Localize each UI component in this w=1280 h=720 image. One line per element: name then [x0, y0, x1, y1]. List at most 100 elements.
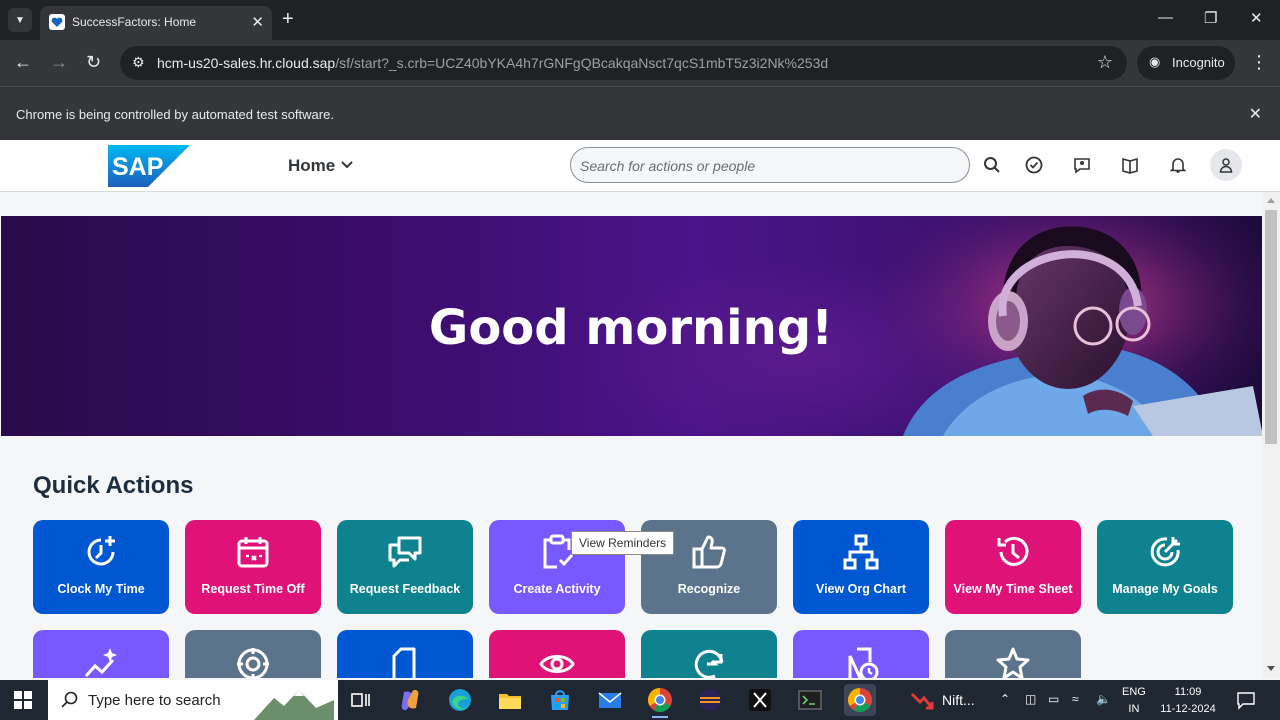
notes-book-icon[interactable]: [1120, 155, 1140, 175]
document-clock-icon: [848, 647, 879, 678]
mountain-landscape-icon: [254, 690, 334, 720]
crosshair-icon: [237, 648, 269, 678]
infobar-close-icon[interactable]: ✕: [1249, 104, 1262, 124]
file-explorer-icon[interactable]: [496, 686, 524, 714]
search-icon: [61, 691, 78, 708]
refresh-arrow-icon: [694, 649, 724, 678]
approvals-check-icon[interactable]: [1024, 155, 1044, 175]
copilot-icon[interactable]: [396, 686, 424, 714]
tray-device-icon[interactable]: ◫: [1025, 692, 1036, 706]
tile-view-my-time-sheet[interactable]: View My Time Sheet: [945, 520, 1081, 614]
tab-close-icon[interactable]: ✕: [251, 13, 264, 31]
history-icon: [997, 536, 1029, 566]
language-indicator[interactable]: ENG IN: [1122, 684, 1146, 718]
x-app-icon[interactable]: [746, 686, 774, 714]
nifty-widget-label[interactable]: Nift...: [942, 692, 975, 708]
tile-label: Request Feedback: [349, 582, 461, 596]
scrollbar-thumb[interactable]: [1265, 210, 1277, 444]
chrome-active-icon[interactable]: [844, 684, 876, 716]
restore-icon[interactable]: ❐: [1204, 9, 1217, 27]
avatar[interactable]: [1210, 149, 1242, 181]
tile-request-time-off[interactable]: Request Time Off: [185, 520, 321, 614]
svg-text:SAP: SAP: [112, 153, 163, 181]
document-icon: [392, 647, 416, 678]
back-icon[interactable]: ←: [14, 52, 32, 72]
active-indicator: [652, 716, 668, 718]
target-goal-icon: [1150, 537, 1180, 567]
app-header: SAP Home Search for actions or people: [0, 140, 1280, 192]
stock-chart-icon[interactable]: [908, 686, 936, 714]
menu-icon[interactable]: ⋮: [1250, 52, 1268, 73]
battery-icon[interactable]: ▭: [1048, 692, 1059, 706]
volume-icon[interactable]: 🔈: [1096, 692, 1111, 706]
browser-toolbar: ← → ↻ ⚙ hcm-us20-sales.hr.cloud.sap/sf/s…: [0, 40, 1280, 86]
greeting-heading: Good morning!: [428, 300, 834, 356]
search-icon[interactable]: [982, 155, 1002, 175]
star-icon: [996, 647, 1030, 678]
reload-icon[interactable]: ↻: [86, 52, 101, 72]
tile-manage-my-goals[interactable]: Manage My Goals: [1097, 520, 1233, 614]
eclipse-ide-icon[interactable]: [696, 686, 724, 714]
clock-date: 11-12-2024: [1160, 703, 1216, 715]
tile-row2-star[interactable]: [945, 630, 1081, 678]
notification-center-icon[interactable]: [1236, 690, 1256, 710]
notification-bell-icon[interactable]: [1168, 155, 1188, 175]
minimize-icon[interactable]: —: [1158, 9, 1173, 26]
taskbar-clock[interactable]: 11:09 11-12-2024: [1152, 684, 1224, 718]
chrome-icon[interactable]: [646, 686, 674, 718]
main-content: Good morning! Quick Actions Clock My Tim…: [0, 192, 1262, 678]
browser-tab[interactable]: SuccessFactors: Home ✕: [40, 6, 272, 40]
clock-plus-icon: [87, 536, 115, 566]
tile-row2-time-document[interactable]: [793, 630, 929, 678]
window-close-icon[interactable]: ✕: [1250, 9, 1263, 27]
tile-view-org-chart[interactable]: View Org Chart: [793, 520, 929, 614]
calendar-icon: [237, 537, 269, 568]
chevron-down-icon[interactable]: [340, 157, 354, 171]
tile-row2-target[interactable]: [185, 630, 321, 678]
tile-row2-refresh[interactable]: [641, 630, 777, 678]
tile-label: View Org Chart: [815, 582, 907, 596]
microsoft-store-icon[interactable]: [546, 686, 574, 714]
thumbs-up-icon: [692, 535, 726, 569]
tile-label: Create Activity: [513, 582, 601, 596]
tile-clock-my-time[interactable]: Clock My Time: [33, 520, 169, 614]
task-view-icon[interactable]: [346, 686, 374, 714]
terminal-icon[interactable]: [796, 686, 824, 714]
trend-sparkle-icon: [84, 648, 117, 678]
user-icon: [1219, 158, 1233, 173]
taskbar-search-input[interactable]: Type here to search: [48, 680, 338, 720]
tile-label: Recognize: [677, 582, 741, 596]
infobar-text: Chrome is being controlled by automated …: [16, 107, 334, 122]
page-scrollbar[interactable]: [1262, 192, 1280, 678]
tile-label: View My Time Sheet: [953, 582, 1073, 596]
search-placeholder: Search for actions or people: [580, 158, 756, 174]
incognito-badge[interactable]: ◉ Incognito: [1137, 46, 1235, 80]
edge-browser-icon[interactable]: [446, 686, 474, 714]
wifi-icon[interactable]: ≈: [1072, 692, 1079, 706]
url-text: hcm-us20-sales.hr.cloud.sap/sf/start?_s.…: [157, 55, 829, 71]
new-tab-button[interactable]: +: [282, 8, 294, 30]
tile-row2-document[interactable]: [337, 630, 473, 678]
incognito-icon: ◉: [1149, 54, 1161, 69]
windows-start-icon[interactable]: [14, 691, 32, 709]
search-input[interactable]: Search for actions or people: [570, 147, 970, 183]
sap-logo[interactable]: SAP: [108, 145, 190, 187]
home-menu-label[interactable]: Home: [288, 156, 335, 176]
assistant-chat-icon[interactable]: [1072, 155, 1092, 175]
bookmark-star-icon[interactable]: ☆: [1097, 52, 1113, 73]
feedback-bubbles-icon: [388, 536, 422, 568]
tile-request-feedback[interactable]: Request Feedback: [337, 520, 473, 614]
tile-row2-performance[interactable]: [33, 630, 169, 678]
browser-titlebar: ▼ SuccessFactors: Home ✕ + — ❐ ✕: [0, 0, 1280, 40]
tile-label: Request Time Off: [201, 582, 305, 596]
tile-label: Clock My Time: [57, 582, 145, 596]
scroll-up-icon[interactable]: [1267, 198, 1275, 203]
tab-search-button[interactable]: ▼: [8, 8, 32, 32]
scroll-down-icon[interactable]: [1267, 666, 1275, 671]
address-bar[interactable]: ⚙ hcm-us20-sales.hr.cloud.sap/sf/start?_…: [120, 46, 1127, 80]
tray-chevron-icon[interactable]: ⌃: [1000, 692, 1010, 706]
site-info-icon[interactable]: ⚙: [132, 54, 145, 71]
mail-icon[interactable]: [596, 686, 624, 714]
tile-row2-view[interactable]: [489, 630, 625, 678]
forward-icon[interactable]: →: [50, 52, 68, 72]
